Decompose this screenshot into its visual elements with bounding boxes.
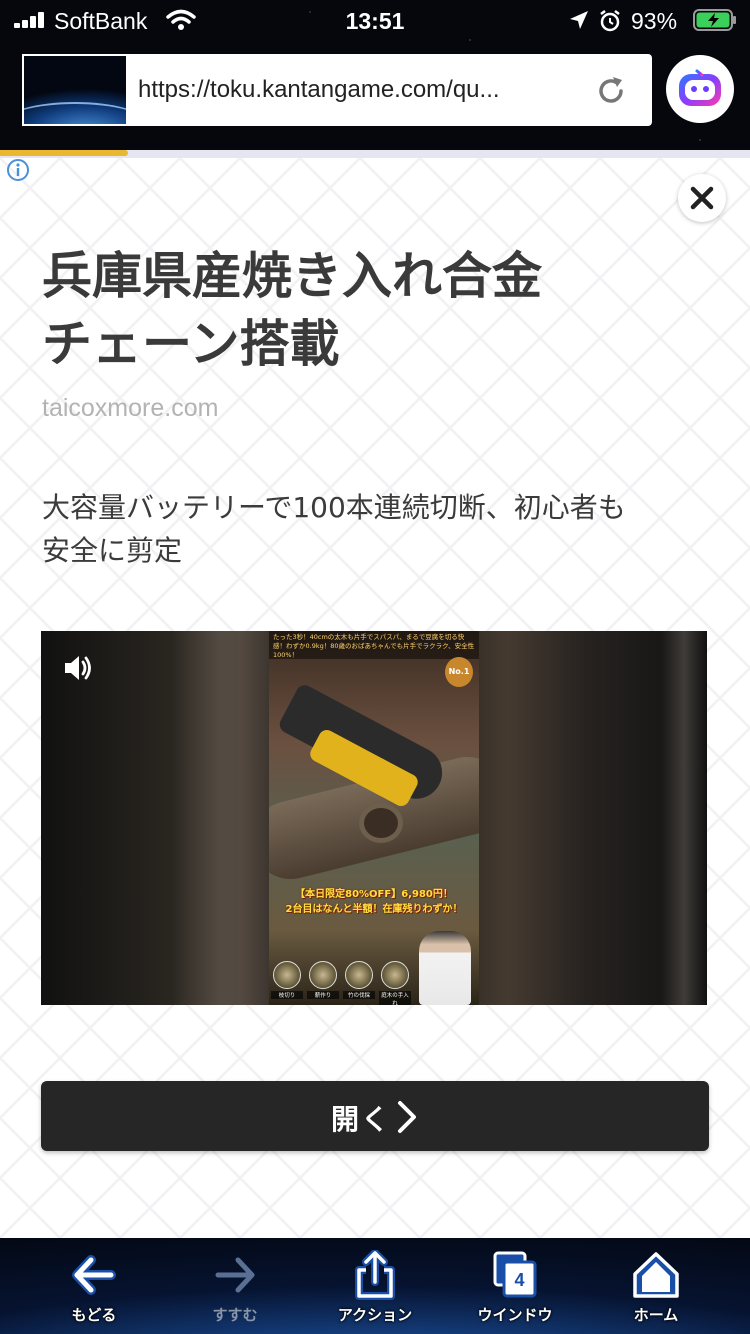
video-price-line-1: 【本日限定80%OFF】6,980円！ xyxy=(295,889,453,900)
toolbar-home-label: ホーム xyxy=(633,1306,679,1324)
ad-interstitial: 兵庫県産焼き入れ合金 チェーン搭載 taicoxmore.com 大容量バッテリ… xyxy=(0,158,750,1238)
toolbar-windows-button[interactable]: 4 ウインドウ xyxy=(445,1238,585,1334)
status-bar: SoftBank 13:51 93% xyxy=(0,0,750,42)
video-usage-thumbnails: 枝切り 薪作り 竹の伐採 庭木の手入れ xyxy=(271,961,423,1005)
toolbar-forward-button[interactable]: すすむ xyxy=(165,1238,305,1334)
toolbar-back-label: もどる xyxy=(71,1306,117,1324)
ad-headline-line-1: 兵庫県産焼き入れ合金 xyxy=(42,247,542,305)
usage-thumbnail xyxy=(309,961,337,989)
video-caption-top: たった3秒！40cmの太木も片手でスパスパ、まるで豆腐を切る快感！わずか0.9k… xyxy=(269,631,479,659)
usage-thumbnail xyxy=(273,961,301,989)
usage-thumbnail xyxy=(345,961,373,989)
usage-thumbnail-label: 竹の伐採 xyxy=(343,991,375,999)
toolbar-forward-label: すすむ xyxy=(212,1306,258,1324)
alarm-clock-icon xyxy=(600,10,620,32)
video-background-blur xyxy=(661,631,707,1005)
video-frame: たった3秒！40cmの太木も片手でスパスパ、まるで豆腐を切る快感！わずか0.9k… xyxy=(269,631,479,1005)
open-button-label: 開く xyxy=(330,1103,391,1136)
usage-thumbnail-label: 枝切り xyxy=(271,991,303,999)
page-load-progress xyxy=(0,150,750,158)
forward-arrow-icon xyxy=(215,1257,255,1293)
assistant-robot-icon xyxy=(679,69,721,106)
ad-description-line-1: 大容量バッテリーで100本連続切断、初心者も xyxy=(42,491,626,524)
video-presenter-image xyxy=(419,931,471,1005)
url-text[interactable]: https://toku.kantangame.com/qu... xyxy=(138,76,588,104)
toolbar-action-button[interactable]: アクション xyxy=(305,1238,445,1334)
video-background-blur xyxy=(171,631,269,1005)
video-price-line-2: 2台目はなんと半額！在庫残りわずか！ xyxy=(285,904,463,915)
reload-icon[interactable] xyxy=(594,74,628,108)
ad-video-player[interactable]: たった3秒！40cmの太木も片手でスパスパ、まるで豆腐を切る快感！わずか0.9k… xyxy=(41,631,707,1005)
assistant-button[interactable] xyxy=(666,55,734,123)
page-load-progress-fill xyxy=(0,150,128,156)
ad-headline-line-2: チェーン搭載 xyxy=(42,315,340,373)
ad-domain: taicoxmore.com xyxy=(42,394,219,422)
ad-description-line-2: 安全に剪定 xyxy=(42,534,183,567)
toolbar-action-label: アクション xyxy=(337,1306,413,1324)
toolbar-windows-label: ウインドウ xyxy=(477,1306,553,1324)
close-ad-button[interactable] xyxy=(678,174,726,222)
usage-thumbnail xyxy=(381,961,409,989)
toolbar-home-button[interactable]: ホーム xyxy=(586,1238,726,1334)
usage-thumbnail-label: 薪作り xyxy=(307,991,339,999)
toolbar-back-button[interactable]: もどる xyxy=(24,1238,164,1334)
battery-percentage: 93% xyxy=(631,8,678,34)
ad-info-icon[interactable] xyxy=(6,158,30,182)
battery-charging-icon xyxy=(693,9,736,31)
browser-toolbar: もどる すすむ アクション 4 ウインドウ ホーム xyxy=(0,1238,750,1334)
back-arrow-icon xyxy=(72,1255,116,1295)
address-bar[interactable]: https://toku.kantangame.com/qu... xyxy=(128,54,652,126)
video-log-knot xyxy=(359,803,403,843)
chevron-right-icon xyxy=(398,1101,416,1133)
no1-badge: No.1 xyxy=(445,657,473,687)
usage-thumbnail-label: 庭木の手入れ xyxy=(379,991,411,1005)
share-action-icon xyxy=(355,1250,395,1300)
location-arrow-icon xyxy=(570,11,588,29)
ad-headline[interactable]: 兵庫県産焼き入れ合金 チェーン搭載 xyxy=(42,242,702,378)
home-icon xyxy=(633,1252,679,1298)
ad-description: 大容量バッテリーで100本連続切断、初心者も 安全に剪定 xyxy=(42,486,712,572)
windows-icon: 4 xyxy=(493,1251,537,1298)
video-price-caption: 【本日限定80%OFF】6,980円！ 2台目はなんと半額！在庫残りわずか！ xyxy=(273,887,475,917)
speaker-volume-icon[interactable] xyxy=(61,651,95,685)
tab-thumbnail-button[interactable] xyxy=(22,54,128,126)
windows-count-badge: 4 xyxy=(514,1270,524,1290)
close-icon xyxy=(690,186,714,210)
open-ad-button[interactable]: 開く xyxy=(41,1081,709,1151)
